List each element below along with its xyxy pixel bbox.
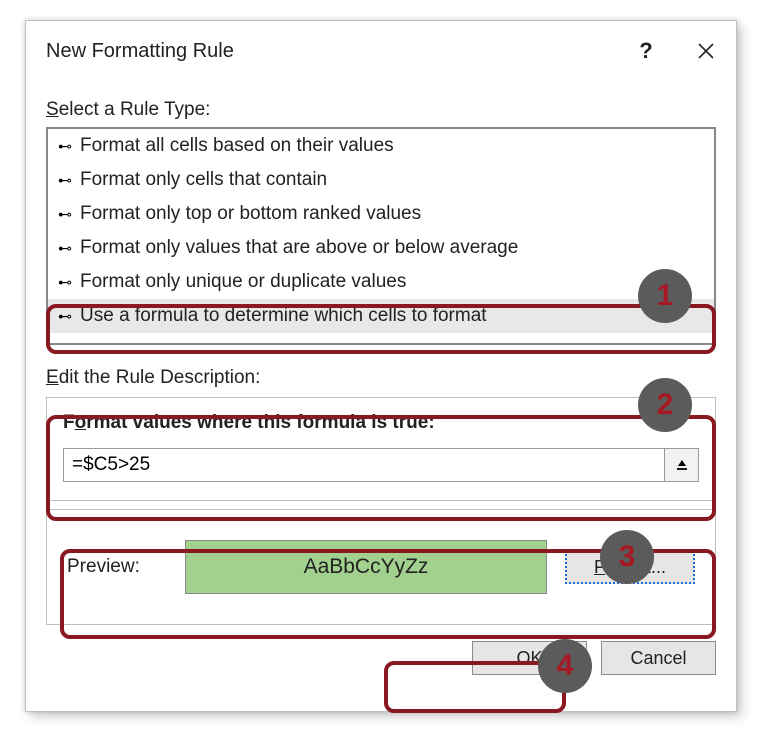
rule-icon: ⊷ bbox=[58, 308, 80, 325]
preview-sample: AaBbCcYyZz bbox=[185, 540, 547, 594]
rule-type-item[interactable]: ⊷Format only unique or duplicate values bbox=[48, 265, 714, 299]
rule-type-item-selected[interactable]: ⊷Use a formula to determine which cells … bbox=[48, 299, 714, 333]
rule-type-item[interactable]: ⊷Format only cells that contain bbox=[48, 163, 714, 197]
rule-type-item[interactable]: ⊷Format only values that are above or be… bbox=[48, 231, 714, 265]
cancel-button[interactable]: Cancel bbox=[601, 641, 716, 675]
rule-type-listbox[interactable]: ⊷Format all cells based on their values … bbox=[46, 127, 716, 345]
formula-heading: Format values where this formula is true… bbox=[63, 412, 699, 434]
rule-type-item[interactable]: ⊷Format only top or bottom ranked values bbox=[48, 197, 714, 231]
rule-icon: ⊷ bbox=[58, 274, 80, 291]
rule-icon: ⊷ bbox=[58, 240, 80, 257]
rule-type-item[interactable]: ⊷Format all cells based on their values bbox=[48, 129, 714, 163]
formula-input[interactable] bbox=[63, 448, 665, 482]
dialog-title: New Formatting Rule bbox=[46, 40, 616, 63]
rule-icon: ⊷ bbox=[58, 206, 80, 223]
format-button[interactable]: Format... bbox=[565, 550, 695, 584]
dialog-window: New Formatting Rule ? Select a Rule Type… bbox=[25, 20, 737, 712]
collapse-dialog-button[interactable] bbox=[665, 448, 699, 482]
edit-rule-area: Format values where this formula is true… bbox=[46, 397, 716, 501]
preview-label: Preview: bbox=[67, 556, 167, 578]
select-rule-type-label: Select a Rule Type: bbox=[46, 99, 716, 121]
rule-icon: ⊷ bbox=[58, 138, 80, 155]
edit-rule-description-label: Edit the Rule Description: bbox=[46, 367, 716, 389]
close-icon bbox=[697, 42, 715, 60]
close-button[interactable] bbox=[676, 21, 736, 81]
help-button[interactable]: ? bbox=[616, 21, 676, 81]
collapse-icon bbox=[674, 457, 690, 473]
preview-area: Preview: AaBbCcYyZz Format... bbox=[46, 509, 716, 625]
dialog-button-row: OK Cancel bbox=[26, 625, 736, 675]
titlebar: New Formatting Rule ? bbox=[26, 21, 736, 81]
ok-button[interactable]: OK bbox=[472, 641, 587, 675]
rule-icon: ⊷ bbox=[58, 172, 80, 189]
